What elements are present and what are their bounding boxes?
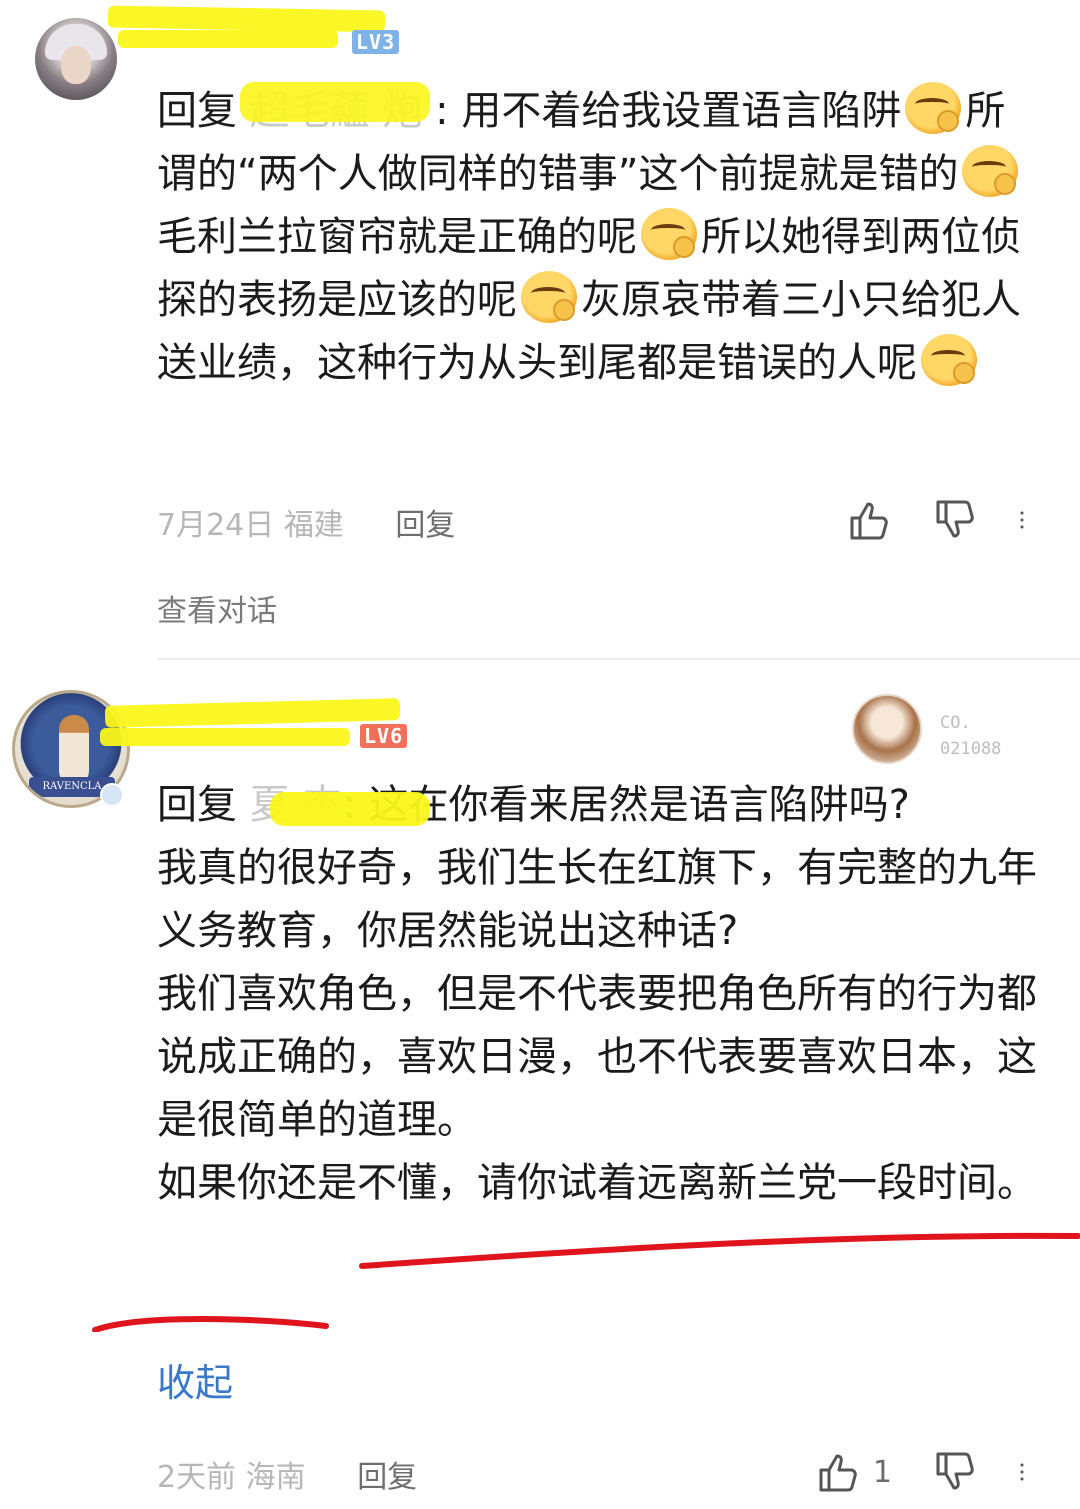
comment-text: 我真的很好奇，我们生长在红旗下，有完整的九年义务教育，你居然能说出这种话? (157, 845, 1037, 954)
thumbs-up-icon[interactable] (844, 496, 892, 544)
fan-badge-avatar (852, 694, 922, 764)
smug-face-ok-emoji (905, 82, 962, 134)
thumbs-down-icon[interactable] (930, 1448, 978, 1496)
comment-actions (844, 496, 1040, 544)
level-badge: LV3 (352, 30, 400, 54)
view-thread-link[interactable]: 查看对话 (157, 586, 277, 630)
avatar-figure (59, 715, 89, 785)
reply-button[interactable]: 回复 (357, 1460, 417, 1495)
divider (157, 658, 1080, 660)
comment-text: 我们喜欢角色，但是不代表要把角色所有的行为都说成正确的，喜欢日漫，也不代表要喜欢… (157, 971, 1037, 1143)
comment-body: 回复 夏 杰: 这在你看来居然是语言陷阱吗? 我真的很好奇，我们生长在红旗下，有… (157, 774, 1037, 1215)
username-redaction (107, 5, 386, 33)
username-redaction (100, 728, 350, 746)
smug-face-ok-emoji (521, 271, 577, 323)
like-count: 1 (872, 1454, 892, 1490)
comment-actions: 1 (813, 1448, 1040, 1496)
avatar-face (61, 46, 91, 84)
comment-1: LV3 回复 超毛蘊 炮 : 用不着给我设置语言陷阱所谓的“两个人做同样的错事”… (0, 0, 1080, 660)
reply-prefix: 回复 (157, 88, 237, 134)
comment-text: 毛利兰拉窗帘就是正确的呢 (157, 214, 637, 260)
thumbs-down-icon[interactable] (930, 496, 978, 544)
user-avatar[interactable] (35, 18, 117, 100)
level-badge: LV6 (360, 724, 408, 748)
comment-date: 7月24日 (157, 508, 275, 543)
red-underline-annotation (92, 1232, 1080, 1332)
fan-badge-line2: 021088 (940, 739, 1002, 759)
collapse-link[interactable]: 收起 (157, 1352, 233, 1407)
thumbs-up-icon[interactable] (813, 1448, 861, 1496)
comment-2: RAVENCLA LV6 CO. 021088 回复 夏 杰: 这在你看来居然是… (0, 662, 1080, 1509)
username-redaction (104, 698, 401, 728)
reply-prefix: 回复 (157, 782, 237, 828)
smug-face-ok-emoji (921, 334, 977, 386)
comment-date: 2天前 (157, 1460, 237, 1495)
comment-meta: 7月24日 福建 回复 (157, 500, 455, 544)
more-options-icon[interactable] (1016, 1448, 1040, 1496)
reply-name-redaction (270, 792, 430, 826)
smug-face-ok-emoji (641, 208, 697, 260)
comment-text: 如果你还是不懂，请你试着远离新兰党一段时间。 (157, 1160, 1037, 1206)
comment-location: 海南 (245, 1460, 306, 1495)
comment-location: 福建 (283, 508, 344, 543)
fan-badge-line1: CO. (940, 713, 971, 733)
username-redaction (118, 30, 338, 48)
comment-text: : 用不着给我设置语言陷阱 (435, 88, 902, 134)
reply-name-redaction (240, 82, 430, 122)
comment-body: 回复 超毛蘊 炮 : 用不着给我设置语言陷阱所谓的“两个人做同样的错事”这个前提… (157, 80, 1037, 395)
comment-meta: 2天前 海南 回复 (157, 1452, 417, 1496)
verified-icon (100, 783, 124, 807)
smug-face-ok-emoji (962, 145, 1019, 197)
fan-badge-label: CO. 021088 (940, 710, 1001, 762)
reply-button[interactable]: 回复 (395, 508, 455, 543)
more-options-icon[interactable] (1016, 496, 1040, 544)
